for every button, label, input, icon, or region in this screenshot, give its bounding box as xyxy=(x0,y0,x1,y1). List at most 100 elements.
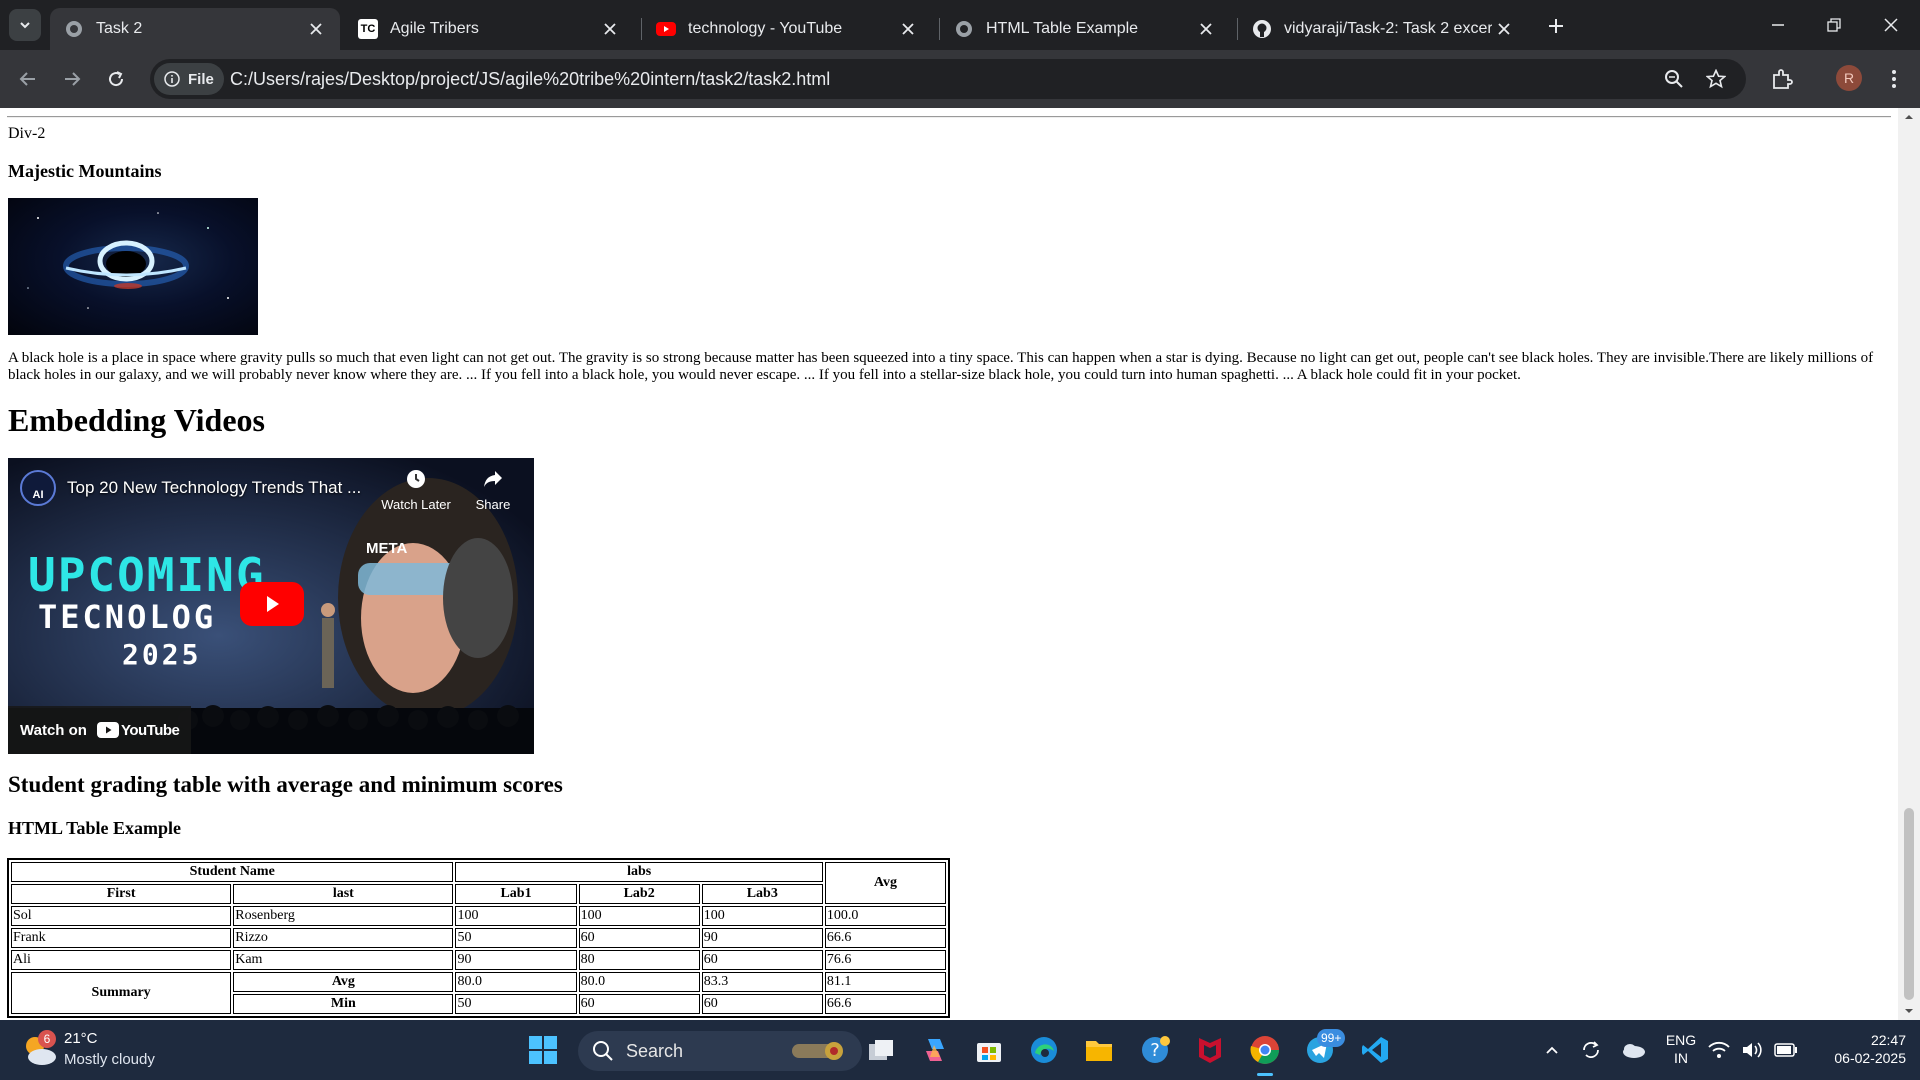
scrollbar-thumb[interactable] xyxy=(1904,808,1914,1000)
copilot-icon[interactable] xyxy=(918,1033,952,1067)
header-first: First xyxy=(11,884,232,904)
channel-avatar[interactable]: AI xyxy=(20,470,56,506)
browser-toolbar: File C:/Users/rajes/Desktop/project/JS/a… xyxy=(0,50,1920,108)
globe-icon xyxy=(954,19,974,39)
cell-lab2: 60 xyxy=(578,994,700,1014)
meta-label: META xyxy=(366,540,408,557)
chevron-down-icon xyxy=(20,22,30,29)
youtube-embed[interactable]: AI Top 20 New Technology Trends That ...… xyxy=(8,458,534,754)
close-tab-icon[interactable] xyxy=(896,17,920,41)
clock[interactable]: 22:47 06-02-2025 xyxy=(1810,1032,1906,1066)
horizontal-rule xyxy=(7,116,1891,118)
watch-on-youtube-button[interactable]: Watch on YouTube xyxy=(8,706,192,754)
onedrive-cloud-icon[interactable] xyxy=(1616,1033,1650,1067)
cell-last: Kam xyxy=(233,950,454,970)
video-title[interactable]: Top 20 New Technology Trends That ... xyxy=(67,478,361,498)
cell-lab1: 80.0 xyxy=(455,972,577,992)
tab-title: technology - YouTube xyxy=(688,20,843,37)
cell-first: Ali xyxy=(11,950,232,970)
tab-youtube[interactable]: technology - YouTube xyxy=(642,8,932,50)
info-icon xyxy=(164,71,180,87)
show-hidden-icons-chevron-up-icon[interactable] xyxy=(1535,1033,1569,1067)
sync-icon[interactable] xyxy=(1574,1033,1608,1067)
start-button[interactable] xyxy=(526,1033,560,1067)
chip-label: File xyxy=(188,70,214,88)
cell-lab2: 60 xyxy=(578,928,700,948)
table-header-row: Student Name labs Avg xyxy=(11,862,946,904)
tab-task2[interactable]: Task 2 xyxy=(50,8,340,50)
cell-lab2: 100 xyxy=(578,906,700,926)
cell-lab2: 80 xyxy=(578,950,700,970)
tab-agile-tribers[interactable]: TC Agile Tribers xyxy=(344,8,634,50)
taskbar-search[interactable]: Search xyxy=(578,1031,862,1071)
weather-description: Mostly cloudy xyxy=(64,1051,155,1068)
tab-html-table-example[interactable]: HTML Table Example xyxy=(940,8,1230,50)
microsoft-store-icon[interactable] xyxy=(972,1033,1006,1067)
vertical-scrollbar[interactable] xyxy=(1898,108,1920,1020)
header-last: last xyxy=(233,884,454,904)
svg-text:?: ? xyxy=(1150,1040,1160,1061)
table-row: Ali Kam 90 80 60 76.6 xyxy=(11,950,946,970)
play-button[interactable] xyxy=(240,582,304,626)
black-hole-paragraph: A black hole is a place in space where g… xyxy=(8,350,1874,383)
minimize-button[interactable] xyxy=(1749,0,1807,50)
cell-avg: 66.6 xyxy=(824,994,946,1014)
chrome-icon[interactable] xyxy=(1248,1033,1282,1076)
telegram-icon[interactable]: 99+ xyxy=(1303,1029,1346,1067)
cell-lab3: 83.3 xyxy=(701,972,823,992)
language-indicator[interactable]: ENG IN xyxy=(1662,1032,1700,1066)
cell-lab1: 90 xyxy=(455,950,577,970)
weather-badge: 6 xyxy=(38,1030,56,1048)
back-button[interactable] xyxy=(12,63,44,95)
header-lab3: Lab3 xyxy=(701,884,823,904)
browser-menu-button[interactable] xyxy=(1878,63,1910,95)
header-lab2: Lab2 xyxy=(578,884,700,904)
extensions-button[interactable] xyxy=(1766,63,1798,95)
file-explorer-icon[interactable] xyxy=(1082,1033,1116,1067)
mcafee-icon[interactable] xyxy=(1193,1033,1227,1067)
bookmark-star-icon[interactable] xyxy=(1702,65,1730,93)
close-tab-icon[interactable] xyxy=(304,17,328,41)
address-bar[interactable]: File C:/Users/rajes/Desktop/project/JS/a… xyxy=(150,59,1746,99)
share-button[interactable]: Share xyxy=(468,468,518,512)
vscode-icon[interactable] xyxy=(1358,1033,1392,1067)
close-tab-icon[interactable] xyxy=(1194,17,1218,41)
grading-table: Student Name labs Avg First last Lab1 La… xyxy=(7,858,950,1018)
watch-later-button[interactable]: Watch Later xyxy=(378,468,454,512)
task-view-icon[interactable] xyxy=(864,1033,898,1067)
forward-button[interactable] xyxy=(56,63,88,95)
clock-icon xyxy=(407,470,425,488)
system-tray-status[interactable] xyxy=(1708,1033,1798,1067)
site-info-chip[interactable]: File xyxy=(154,63,224,95)
close-tab-icon[interactable] xyxy=(598,17,622,41)
header-lab1: Lab1 xyxy=(455,884,577,904)
weather-widget[interactable]: 6 21°C Mostly cloudy xyxy=(0,1020,180,1080)
grading-heading: Student grading table with average and m… xyxy=(8,772,563,797)
tab-search-button[interactable] xyxy=(9,9,41,41)
new-tab-button[interactable] xyxy=(1542,12,1570,40)
summary-avg-label: Avg xyxy=(233,972,454,992)
summary-min-label: Min xyxy=(233,994,454,1014)
url-text[interactable]: C:/Users/rajes/Desktop/project/JS/agile%… xyxy=(230,59,830,99)
close-window-button[interactable] xyxy=(1862,0,1920,50)
kebab-menu-icon xyxy=(1892,70,1896,88)
scroll-up-arrow-icon[interactable] xyxy=(1898,110,1920,124)
active-app-indicator xyxy=(1257,1073,1273,1076)
close-tab-icon[interactable] xyxy=(1492,17,1516,41)
help-icon[interactable]: ? xyxy=(1138,1033,1172,1067)
search-icon xyxy=(593,1041,613,1061)
table-subheader-row: First last Lab1 Lab2 Lab3 xyxy=(11,884,946,904)
header-student-name: Student Name xyxy=(11,862,454,882)
thumbnail-headline-1: UPCOMING xyxy=(28,548,266,602)
restore-button[interactable] xyxy=(1805,0,1863,50)
channel-badge: AI xyxy=(32,489,44,501)
tab-github[interactable]: vidyaraji/Task-2: Task 2 excercise xyxy=(1238,8,1528,50)
scroll-down-arrow-icon[interactable] xyxy=(1898,1004,1920,1018)
cell-first: Frank xyxy=(11,928,232,948)
edge-icon[interactable] xyxy=(1027,1033,1061,1067)
profile-avatar[interactable]: R xyxy=(1836,65,1862,91)
zoom-icon[interactable] xyxy=(1660,65,1688,93)
reload-button[interactable] xyxy=(100,63,132,95)
volume-icon xyxy=(1743,1042,1762,1058)
tab-strip: Task 2 TC Agile Tribers technology - You… xyxy=(0,0,1920,50)
